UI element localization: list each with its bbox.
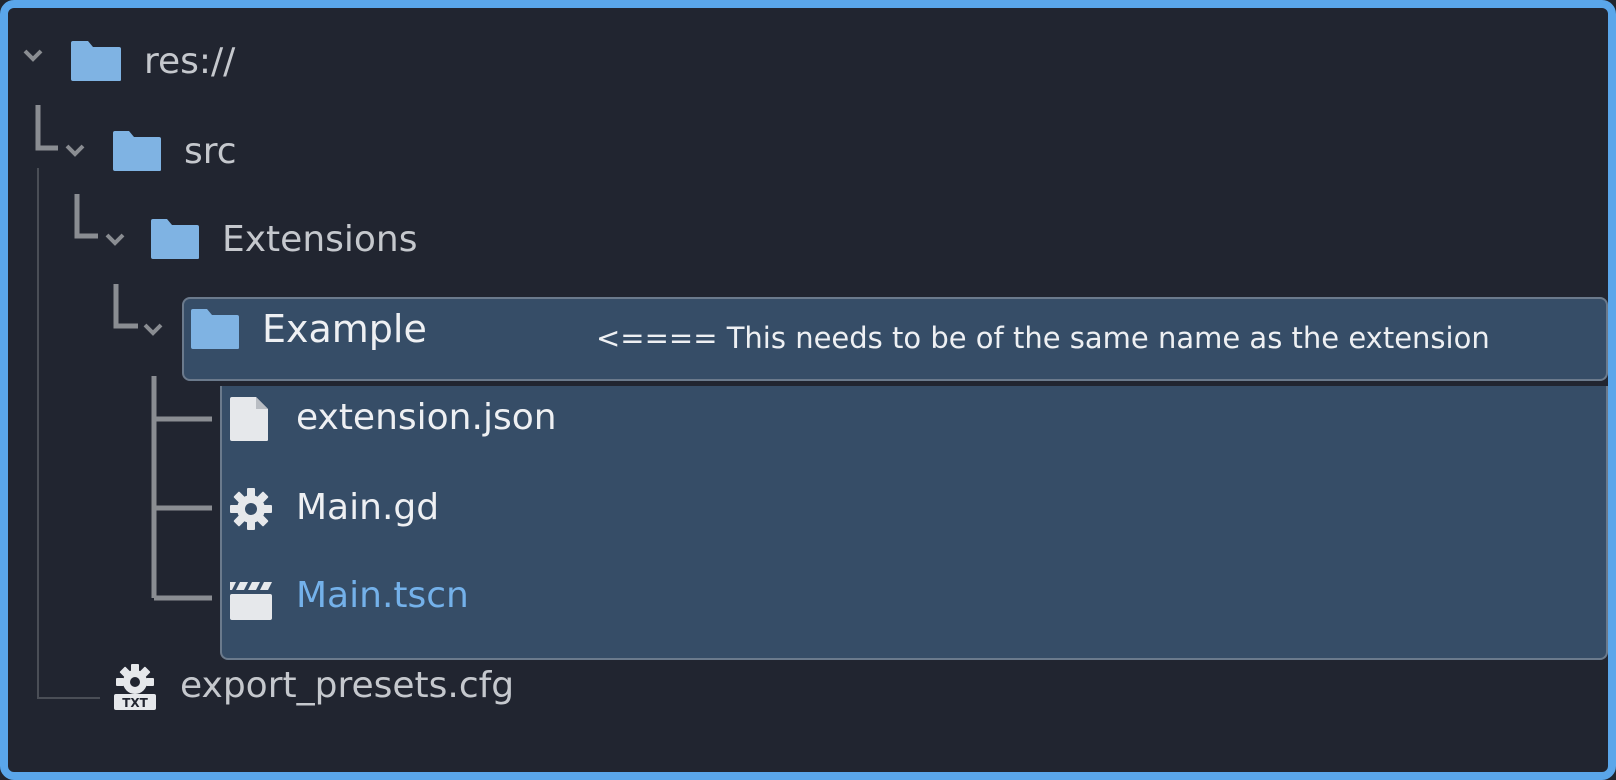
tree-item-extensions[interactable]: Extensions [222,222,418,258]
clapperboard-icon [228,578,274,626]
tree-item-main-gd[interactable]: Main.gd [296,490,439,526]
annotation-note: <==== This needs to be of the same name … [596,321,1490,355]
folder-icon [112,130,162,176]
gear-icon [228,486,274,536]
tree-item-res-root[interactable]: res:// [144,44,235,80]
tree-item-extension-json[interactable]: extension.json [296,400,557,436]
folder-icon [190,308,240,354]
folder-icon [150,218,200,264]
chevron-down-icon[interactable] [64,141,86,163]
svg-text:TXT: TXT [122,696,148,710]
folder-icon [70,40,122,86]
chevron-down-icon[interactable] [104,230,126,252]
chevron-down-icon[interactable] [142,320,164,342]
file-icon [228,396,272,446]
tree-item-export-presets[interactable]: export_presets.cfg [180,668,514,704]
file-system-panel: res:// src Extensions Example <==== This… [0,0,1616,780]
chevron-down-icon[interactable] [22,46,44,68]
tree-item-example[interactable]: Example [262,310,427,348]
tree-item-src[interactable]: src [184,134,237,170]
config-file-icon: TXT [112,662,158,716]
tree-item-main-tscn[interactable]: Main.tscn [296,578,469,614]
